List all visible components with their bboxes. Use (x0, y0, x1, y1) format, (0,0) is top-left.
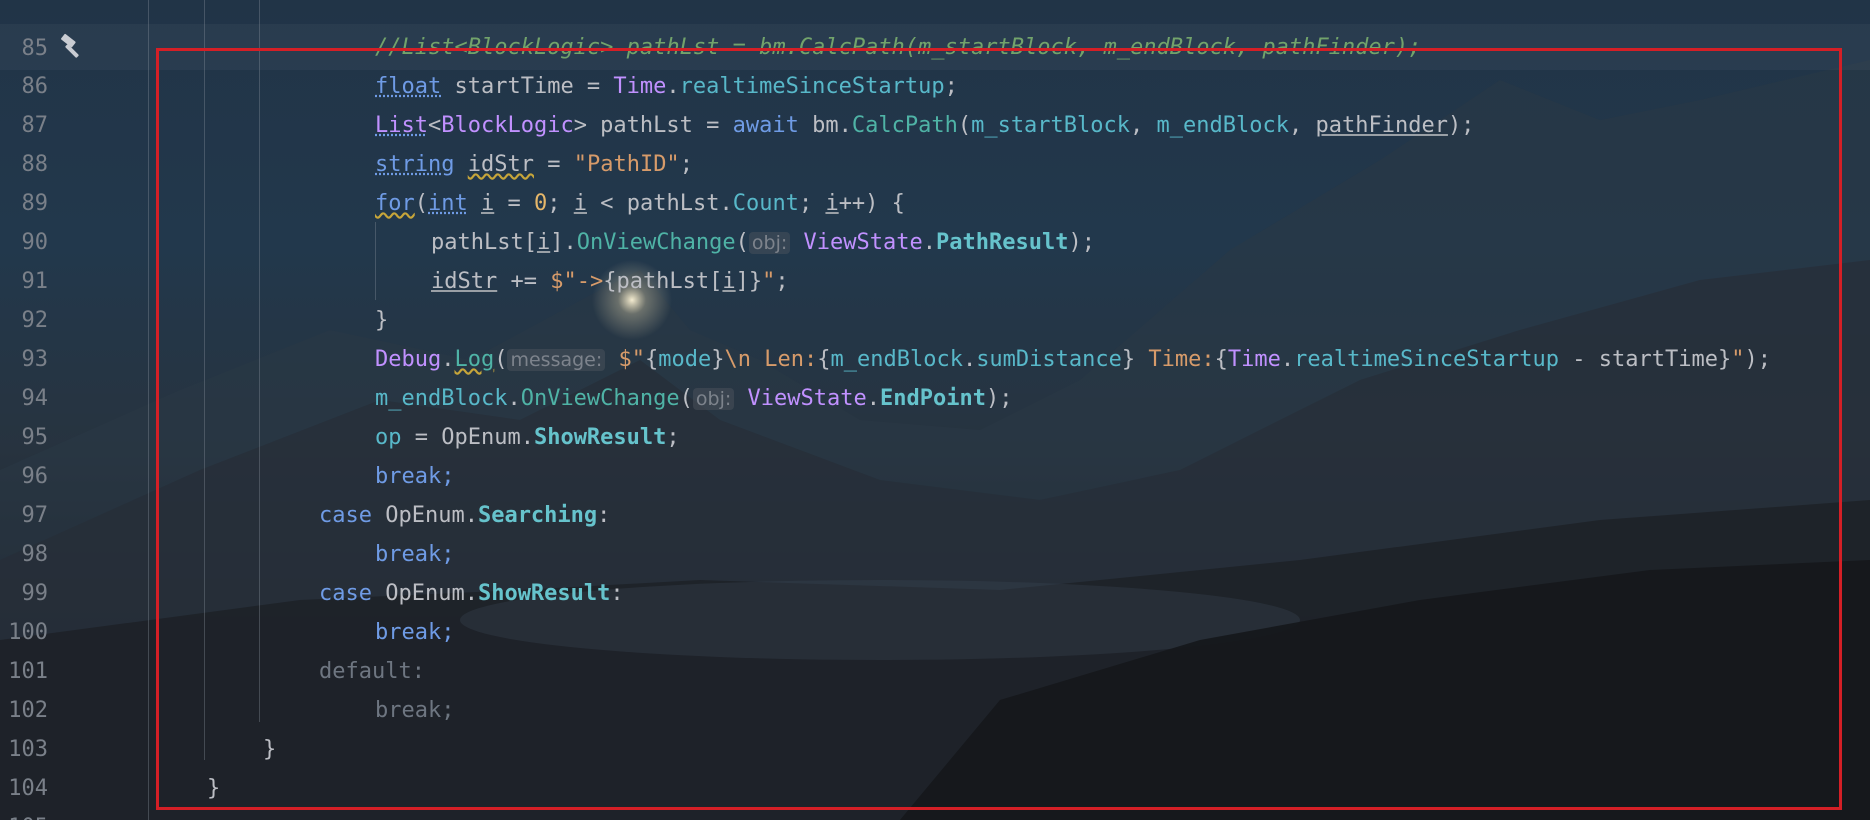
code-line[interactable]: 85 (0, 0, 1870, 61)
selection-highlight-box (156, 48, 1842, 810)
code-editor[interactable]: 85 86 //List<BlockLogic> pathLst = bm.Ca… (0, 0, 1870, 820)
line-number: 105 (0, 808, 48, 820)
